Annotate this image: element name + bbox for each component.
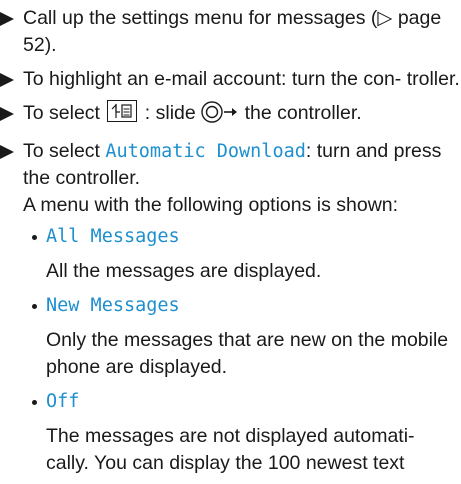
step-text-after: the controller. xyxy=(244,102,362,124)
step-arrow-icon xyxy=(0,107,14,121)
ui-label-automatic-download: Automatic Download xyxy=(105,141,306,162)
option-label: Off xyxy=(46,391,80,412)
step-arrow-icon xyxy=(0,145,14,159)
step-highlight-account: To highlight an e-mail account: turn the… xyxy=(0,66,461,93)
options-list: All Messages All the messages are displa… xyxy=(23,223,461,477)
bullet-icon xyxy=(32,304,37,309)
step-arrow-icon xyxy=(0,12,14,26)
step-text: Call up the settings menu for messages (… xyxy=(23,7,442,56)
bullet-icon xyxy=(32,400,37,405)
option-item: New Messages Only the messages that are … xyxy=(31,292,461,381)
instructions: Call up the settings menu for messages (… xyxy=(0,5,461,484)
option-description: Only the messages that are new on the mo… xyxy=(46,329,449,378)
bullet-icon xyxy=(32,235,37,240)
option-description: All the messages are displayed. xyxy=(46,260,322,282)
step-call-settings: Call up the settings menu for messages (… xyxy=(0,5,461,59)
option-label: All Messages xyxy=(46,226,180,247)
step-text: To highlight an e-mail account: turn the… xyxy=(23,68,460,90)
step-text-before: To select xyxy=(23,102,100,124)
step-text-before: To select xyxy=(23,140,100,162)
step-note: A menu with the following options is sho… xyxy=(23,194,399,216)
step-select-key: To select : slide the controller. xyxy=(0,100,461,131)
menu-key-icon xyxy=(107,100,138,122)
controller-icon xyxy=(201,101,239,131)
option-description: The messages are not displayed automati-… xyxy=(46,425,415,474)
option-label: New Messages xyxy=(46,295,180,316)
step-arrow-icon xyxy=(0,73,14,87)
step-text-mid: : slide xyxy=(144,102,196,124)
option-item: Off The messages are not displayed autom… xyxy=(31,388,461,477)
option-item: All Messages All the messages are displa… xyxy=(31,223,461,285)
step-select-automatic-download: To select Automatic Download: turn and p… xyxy=(0,138,461,477)
